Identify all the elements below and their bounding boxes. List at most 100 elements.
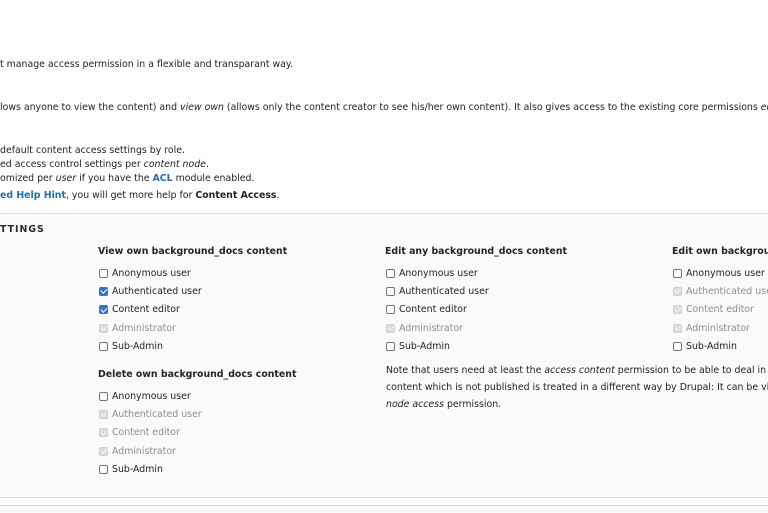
feature-item-node: ed access control settings per content n…	[0, 159, 209, 170]
role-label: Anonymous user	[399, 267, 478, 279]
permission-option: Content editor	[98, 424, 296, 442]
text-segment: default content access settings by role.	[0, 145, 185, 156]
permission-option[interactable]: Content editor	[98, 301, 287, 319]
text-emphasis: access content	[544, 365, 615, 376]
text-segment: .	[276, 190, 280, 201]
role-label: Anonymous user	[112, 390, 191, 402]
role-label: Administrator	[112, 445, 176, 457]
role-label: Anonymous user	[112, 267, 191, 279]
settings-panel-title: TTINGS	[0, 224, 45, 235]
permission-note: Note that users need at least the access…	[386, 362, 768, 413]
permission-option[interactable]: Content editor	[385, 301, 567, 319]
permission-option[interactable]: Sub-Admin	[98, 337, 287, 355]
text-emphasis: edit	[760, 102, 768, 113]
text-segment: permission.	[443, 399, 502, 410]
role-label: Administrator	[686, 322, 750, 334]
role-checkbox	[673, 323, 682, 333]
permission-group-edit-any: Edit any background_docs content Anonymo…	[385, 246, 567, 355]
group-title: Delete own background_docs content	[98, 369, 297, 380]
permission-option: Administrator	[672, 319, 768, 337]
text-segment: (allows only the content creator to see …	[223, 102, 761, 113]
advanced-help-hint-link[interactable]: ed Help Hint	[0, 190, 66, 201]
role-checkbox[interactable]	[386, 341, 395, 351]
role-checkbox	[386, 323, 395, 333]
feature-item-role: default content access settings by role.	[0, 145, 185, 156]
role-label: Content editor	[112, 427, 180, 439]
role-label: Sub-Admin	[112, 340, 163, 352]
feature-item-user: omized per user if you have the ACL modu…	[0, 173, 254, 184]
role-label: Anonymous user	[686, 267, 765, 279]
role-checkbox[interactable]	[99, 464, 108, 474]
permission-option[interactable]: Sub-Admin	[98, 460, 296, 478]
permission-option[interactable]: Sub-Admin	[672, 337, 768, 355]
text-emphasis: node access	[386, 399, 444, 410]
intro-description: t manage access permission in a flexible…	[0, 59, 293, 70]
role-checkbox[interactable]	[99, 268, 108, 278]
group-title: Edit any background_docs content	[385, 246, 568, 257]
permission-option[interactable]: Anonymous user	[672, 264, 768, 282]
permission-option[interactable]: Anonymous user	[385, 264, 567, 282]
role-checkbox	[99, 428, 108, 438]
text-segment: if you have the	[76, 173, 153, 184]
text-emphasis: user	[55, 173, 77, 184]
role-checkbox[interactable]	[673, 268, 682, 278]
role-checkbox[interactable]	[386, 305, 395, 315]
text-segment: module enabled.	[172, 173, 255, 184]
permission-option: Administrator	[98, 442, 296, 460]
text-segment: omized per	[0, 173, 56, 184]
permission-option: Administrator	[385, 319, 567, 337]
permission-group-view-own: View own background_docs content Anonymo…	[98, 246, 287, 355]
role-checkbox[interactable]	[99, 305, 108, 315]
role-label: Sub-Admin	[112, 463, 163, 475]
text-segment: ed access control settings per	[0, 159, 144, 170]
permission-option[interactable]: Authenticated user	[98, 282, 287, 300]
permission-option[interactable]: Anonymous user	[98, 387, 296, 405]
text-strong: Content Access	[195, 190, 277, 201]
role-label: Authenticated user	[686, 285, 768, 297]
permission-group-edit-own: Edit own backgroun Anonymous user Authent…	[672, 246, 768, 355]
role-label: Administrator	[399, 322, 463, 334]
role-label: Authenticated user	[112, 285, 202, 297]
role-checkbox	[673, 286, 682, 296]
settings-panel: TTINGS View own background_docs content …	[0, 213, 768, 498]
role-label: Content editor	[686, 304, 754, 316]
role-checkbox	[99, 323, 108, 333]
intro-text: t manage access permission in a flexible…	[0, 59, 294, 70]
permission-option: Administrator	[98, 319, 287, 337]
role-checkbox[interactable]	[99, 391, 108, 401]
role-label: Sub-Admin	[686, 340, 737, 352]
permission-group-delete-own: Delete own background_docs content Anony…	[98, 369, 296, 478]
text-segment: .	[205, 159, 209, 170]
text-emphasis: content node	[143, 159, 206, 170]
permission-option[interactable]: Authenticated user	[385, 282, 567, 300]
role-checkbox[interactable]	[99, 286, 108, 296]
role-label: Sub-Admin	[399, 340, 450, 352]
role-checkbox[interactable]	[386, 268, 395, 278]
text-segment: Note that users need at least the	[386, 365, 545, 376]
text-segment: permission to be able to deal in any way	[617, 365, 768, 376]
help-hint-text: ed Help Hint, you will get more help for…	[0, 190, 279, 201]
permission-option[interactable]: Anonymous user	[98, 264, 287, 282]
role-checkbox[interactable]	[386, 286, 395, 296]
permission-option[interactable]: Sub-Admin	[385, 337, 567, 355]
intro-permissions-text: lows anyone to view the content) and vie…	[0, 102, 768, 113]
text-segment: lows anyone to view the content) and	[0, 102, 181, 113]
text-emphasis: view own	[180, 102, 224, 113]
group-title: View own background_docs content	[98, 246, 288, 257]
role-checkbox[interactable]	[673, 341, 682, 351]
role-label: Authenticated user	[399, 285, 489, 297]
group-title: Edit own backgroun	[672, 246, 768, 257]
role-label: Administrator	[112, 322, 176, 334]
role-checkbox[interactable]	[99, 341, 108, 351]
role-checkbox	[673, 305, 682, 315]
permission-option: Authenticated user	[98, 405, 296, 423]
role-label: Authenticated user	[112, 408, 202, 420]
text-segment: content which is not published is treate…	[386, 382, 768, 393]
role-label: Content editor	[399, 304, 467, 316]
text-segment: , you will get more help for	[65, 190, 196, 201]
role-label: Content editor	[112, 304, 180, 316]
role-checkbox	[99, 409, 108, 419]
acl-link[interactable]: ACL	[153, 173, 173, 184]
permission-option: Content editor	[672, 301, 768, 319]
permission-option: Authenticated user	[672, 282, 768, 300]
